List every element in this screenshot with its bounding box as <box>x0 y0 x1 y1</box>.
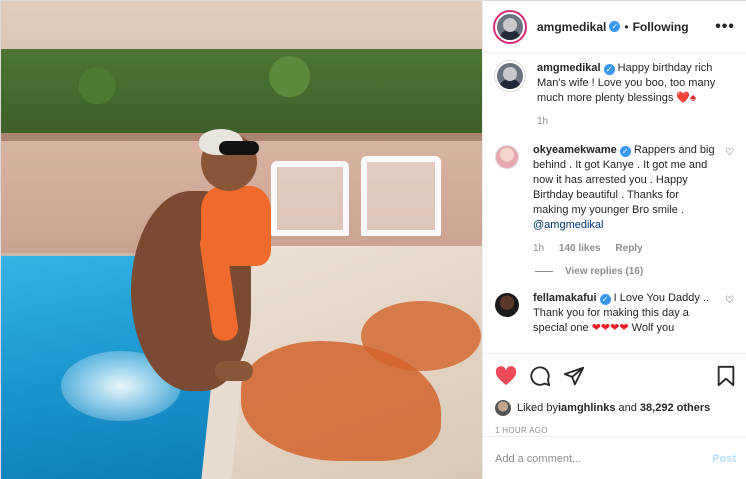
likes-prefix: Liked by <box>517 402 558 414</box>
comment: fellamakafui ✓ I Love You Daddy .. Thank … <box>495 291 734 336</box>
comment-body: okyeamekwame ✓ Rappers and big behind . I… <box>533 143 717 256</box>
post-side-panel: amgmedikal ✓ • Following ••• amgmedikal ✓… <box>482 1 746 479</box>
caption: amgmedikal ✓ Happy birthday rich Man's wi… <box>495 61 734 129</box>
comment-time[interactable]: 1h <box>533 243 544 254</box>
bookmark-icon[interactable] <box>716 365 736 387</box>
photo-sunglasses <box>219 141 259 155</box>
comment-mention[interactable]: @amgmedikal <box>533 219 603 231</box>
comment-icon[interactable] <box>529 365 551 387</box>
commenter-avatar[interactable] <box>495 145 519 169</box>
post-button[interactable]: Post <box>712 453 736 465</box>
caption-emoji: ❤️♠ <box>676 92 696 104</box>
view-replies-label: View replies (16) <box>565 266 644 277</box>
likes-count[interactable]: 38,292 others <box>640 402 710 414</box>
instagram-post: amgmedikal ✓ • Following ••• amgmedikal ✓… <box>0 0 746 479</box>
caption-body: amgmedikal ✓ Happy birthday rich Man's wi… <box>537 61 734 129</box>
following-button[interactable]: Following <box>633 20 689 34</box>
caption-time[interactable]: 1h <box>537 116 548 127</box>
photo-hedge <box>1 49 482 141</box>
reply-button[interactable]: Reply <box>615 243 642 254</box>
comment-like-heart-icon[interactable]: ♡ <box>725 295 734 336</box>
likes-summary: Liked by iamghlinks and 38,292 others <box>495 400 736 416</box>
comments-list[interactable]: amgmedikal ✓ Happy birthday rich Man's wi… <box>483 53 746 353</box>
comment-like-heart-icon[interactable]: ♡ <box>725 147 734 256</box>
liker-username[interactable]: iamghlinks <box>558 402 615 414</box>
comment-username[interactable]: okyeamekwame <box>533 144 617 156</box>
view-replies-button[interactable]: View replies (16) <box>535 266 734 277</box>
more-icon[interactable]: ••• <box>715 18 735 36</box>
verified-icon: ✓ <box>619 146 631 157</box>
comment-text-after: Wolf you <box>628 322 675 334</box>
commenter-avatar[interactable] <box>495 293 519 317</box>
liker-avatar[interactable] <box>495 400 511 416</box>
author-avatar[interactable] <box>495 11 525 42</box>
header-separator: • <box>624 19 629 34</box>
photo-lounge-chair <box>361 156 441 236</box>
verified-icon: ✓ <box>609 21 621 32</box>
comment-likes[interactable]: 140 likes <box>559 243 601 254</box>
post-photo[interactable] <box>1 1 482 479</box>
photo-deck-stain <box>361 301 481 371</box>
verified-icon: ✓ <box>603 64 615 75</box>
caption-username[interactable]: amgmedikal <box>537 62 601 74</box>
action-icons <box>495 364 736 388</box>
post-timestamp[interactable]: 1 HOUR AGO <box>495 426 736 435</box>
verified-icon: ✓ <box>599 294 611 305</box>
comment-username[interactable]: fellamakafui <box>533 292 597 304</box>
comment: okyeamekwame ✓ Rappers and big behind . I… <box>495 143 734 256</box>
comment-meta: 1h 140 likes Reply <box>533 241 717 256</box>
heart-icon[interactable] <box>495 366 517 386</box>
post-header: amgmedikal ✓ • Following ••• <box>483 1 746 53</box>
share-icon[interactable] <box>563 365 585 387</box>
comment-input[interactable] <box>495 452 713 465</box>
comment-hearts: ❤❤❤❤ <box>591 322 629 334</box>
photo-lounge-chair <box>271 161 349 236</box>
comment-body: fellamakafui ✓ I Love You Daddy .. Thank … <box>533 291 717 336</box>
caption-meta: 1h <box>537 114 734 129</box>
replies-divider-line <box>535 271 553 272</box>
caption-avatar[interactable] <box>495 61 525 91</box>
photo-hand <box>215 361 253 381</box>
likes-middle: and <box>615 402 640 414</box>
author-username[interactable]: amgmedikal <box>537 20 606 34</box>
post-actions: Liked by iamghlinks and 38,292 others 1 … <box>483 353 746 435</box>
add-comment-bar: Post <box>483 436 746 479</box>
